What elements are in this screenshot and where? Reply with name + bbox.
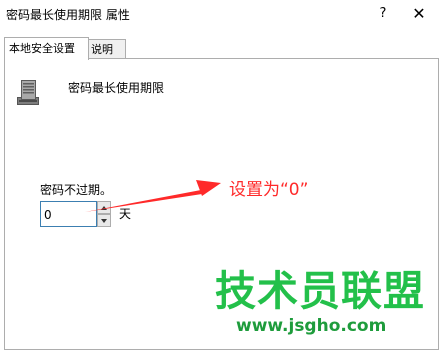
never-expire-label: 密码不过期。: [40, 183, 113, 197]
max-password-age-input[interactable]: [40, 201, 97, 227]
title-bar: 密码最长使用期限 属性 ? ✕: [0, 0, 445, 32]
unit-label: 天: [119, 207, 132, 221]
policy-name: 密码最长使用期限: [68, 81, 165, 95]
window-title: 密码最长使用期限 属性: [6, 8, 130, 22]
tab-local-security-setting[interactable]: 本地安全设置: [4, 37, 89, 60]
help-button[interactable]: ?: [370, 3, 396, 25]
server-icon: [17, 80, 39, 105]
watermark: 技术员联盟 www.jsgho.com: [215, 268, 430, 344]
annotation-text: 设置为“0”: [229, 180, 309, 200]
spin-down-button[interactable]: [97, 214, 111, 227]
value-spinner: [97, 201, 111, 227]
watermark-site-name: 技术员联盟: [215, 267, 425, 315]
tab-explain[interactable]: 说明: [86, 39, 126, 59]
close-button[interactable]: ✕: [406, 3, 432, 25]
spin-up-button[interactable]: [97, 201, 111, 214]
watermark-url: www.jsgho.com: [236, 316, 387, 336]
